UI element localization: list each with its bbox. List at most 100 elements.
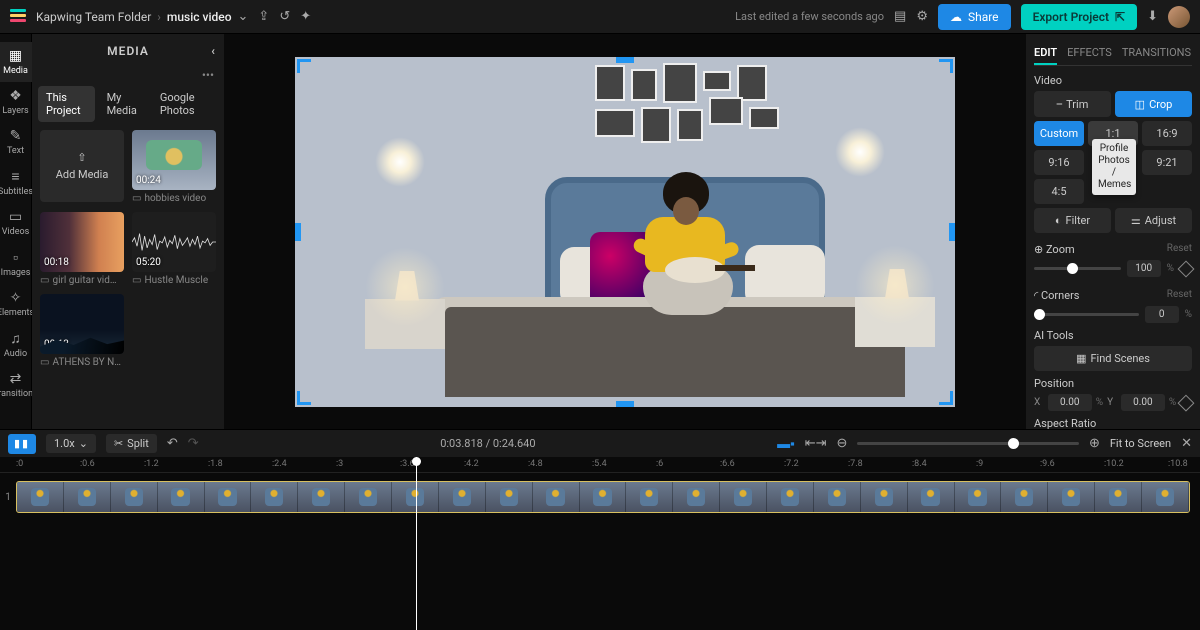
ratio-9-16[interactable]: 9:16: [1034, 150, 1084, 175]
breadcrumb-project[interactable]: music video: [167, 10, 232, 24]
export-project-button[interactable]: Export Project⇱: [1021, 4, 1138, 30]
zoom-icon: ⊕: [1034, 243, 1043, 256]
undo-icon[interactable]: ↶: [167, 436, 178, 451]
ratio-9-21[interactable]: 9:21: [1142, 150, 1192, 175]
audio-icon: ♫: [10, 330, 21, 347]
video-section-label: Video: [1034, 74, 1192, 87]
media-tab-this-project[interactable]: This Project: [38, 86, 95, 122]
export-icon: ⇱: [1115, 10, 1125, 24]
crop-handle-tr[interactable]: [939, 59, 953, 73]
time-display: 0:03.818 / 0:24.640: [440, 437, 535, 450]
video-file-icon: ▭: [132, 193, 141, 204]
rail-videos[interactable]: ▭Videos: [0, 203, 32, 243]
corners-input[interactable]: [1145, 306, 1179, 323]
comment-icon[interactable]: ▤: [894, 9, 906, 24]
crop-handle-bl[interactable]: [297, 391, 311, 405]
add-media-button[interactable]: ⇧Add Media: [40, 130, 124, 202]
filter-button[interactable]: ◐Filter: [1034, 208, 1111, 233]
ratio-16-9[interactable]: 16:9: [1142, 121, 1192, 146]
media-tab-google-photos[interactable]: Google Photos: [152, 86, 218, 122]
pause-button[interactable]: ▮▮: [8, 434, 36, 454]
rail-elements[interactable]: ✧Elements: [0, 284, 32, 324]
crop-button[interactable]: ◫Crop: [1115, 91, 1192, 117]
kapwing-logo[interactable]: [10, 9, 26, 25]
rail-transitions[interactable]: ⇄Transitions: [0, 365, 32, 405]
corners-icon: ◜: [1034, 289, 1038, 302]
crop-handle-r[interactable]: [949, 223, 955, 241]
chevron-down-icon[interactable]: ⌄: [238, 9, 249, 24]
keyframe-icon[interactable]: [1178, 394, 1195, 411]
transitions-icon: ⇄: [10, 371, 22, 387]
zoom-reset[interactable]: Reset: [1167, 243, 1192, 254]
trim-icon: ⎯: [1057, 97, 1063, 111]
properties-panel: EDIT EFFECTS TRANSITIONS TIMING Video ⎯T…: [1026, 34, 1200, 429]
ratio-4-5[interactable]: 4:5: [1034, 179, 1084, 204]
rail-text[interactable]: ✎Text: [0, 122, 32, 162]
crop-handle-t[interactable]: [616, 57, 634, 63]
zoom-out-icon[interactable]: ⊖: [836, 436, 847, 451]
ratio-tooltip: Profile Photos / Memes: [1092, 139, 1136, 195]
timeline-ruler[interactable]: :0 :0.6 :1.2 :1.8 :2.4 :3 :3.6 :4.2 :4.8…: [0, 457, 1200, 473]
media-icon: ▦: [9, 48, 22, 64]
zoom-slider[interactable]: [1034, 267, 1121, 270]
rail-images[interactable]: ▫Images: [0, 243, 32, 284]
find-scenes-button[interactable]: ▦Find Scenes: [1034, 346, 1192, 371]
adjust-button[interactable]: ⚌Adjust: [1115, 208, 1192, 233]
upload-icon[interactable]: ⇪: [258, 9, 269, 24]
rail-media[interactable]: ▦Media: [0, 42, 32, 82]
crop-handle-l[interactable]: [295, 223, 301, 241]
crop-handle-br[interactable]: [939, 391, 953, 405]
user-avatar[interactable]: [1168, 6, 1190, 28]
media-more-icon[interactable]: •••: [32, 68, 224, 86]
aspect-ratio-label: Aspect Ratio: [1034, 417, 1192, 429]
sparkle-icon[interactable]: ✦: [300, 9, 311, 24]
video-clip[interactable]: [16, 481, 1190, 513]
split-button[interactable]: ✂Split: [106, 434, 157, 453]
ai-tools-label: AI Tools: [1034, 329, 1192, 342]
track-number: 1: [0, 492, 16, 503]
history-icon[interactable]: ↺: [279, 9, 290, 24]
collapse-panel-icon[interactable]: ‹: [211, 44, 216, 58]
media-tab-my-media[interactable]: My Media: [99, 86, 148, 122]
breadcrumb-folder[interactable]: Kapwing Team Folder: [36, 10, 151, 24]
ratio-custom[interactable]: Custom: [1034, 121, 1084, 146]
crop-icon: ◫: [1135, 98, 1145, 111]
close-icon[interactable]: ✕: [1181, 436, 1192, 451]
images-icon: ▫: [13, 249, 18, 266]
rail-layers[interactable]: ❖Layers: [0, 82, 32, 122]
adjust-icon: ⚌: [1131, 214, 1141, 227]
gear-icon[interactable]: ⚙: [916, 9, 928, 24]
crop-handle-b[interactable]: [616, 401, 634, 407]
position-label: Position: [1034, 377, 1192, 390]
speed-button[interactable]: 1.0x ⌄: [46, 434, 96, 453]
crop-handle-tl[interactable]: [297, 59, 311, 73]
fit-to-screen-button[interactable]: Fit to Screen: [1110, 437, 1171, 450]
media-item[interactable]: 00:24 ▭hobbies video: [132, 130, 216, 204]
download-icon[interactable]: ⬇: [1147, 9, 1158, 24]
media-item[interactable]: 00:13 ▭ATHENS BY N…: [40, 294, 124, 368]
pos-x-input[interactable]: [1048, 394, 1092, 411]
video-file-icon: ▭: [40, 357, 49, 368]
corners-reset[interactable]: Reset: [1167, 289, 1192, 300]
corners-slider[interactable]: [1034, 313, 1139, 316]
rail-audio[interactable]: ♫Audio: [0, 324, 32, 365]
timeline-zoom-slider[interactable]: [857, 442, 1079, 445]
playhead[interactable]: [416, 457, 417, 630]
trim-ends-icon[interactable]: ⇤⇥: [805, 436, 827, 451]
pos-y-input[interactable]: [1121, 394, 1165, 411]
video-canvas[interactable]: [295, 57, 955, 407]
share-button[interactable]: ☁Share: [938, 4, 1011, 30]
media-item[interactable]: 00:18 ▭girl guitar vid…: [40, 212, 124, 286]
zoom-input[interactable]: [1127, 260, 1161, 277]
zoom-in-icon[interactable]: ⊕: [1089, 436, 1100, 451]
breadcrumb-separator: ›: [157, 10, 161, 24]
rail-subtitles[interactable]: ≡Subtitles: [0, 162, 32, 203]
redo-icon[interactable]: ↷: [188, 436, 199, 451]
keyframe-icon[interactable]: [1178, 260, 1195, 277]
trim-button[interactable]: ⎯Trim: [1034, 91, 1111, 117]
tab-effects[interactable]: EFFECTS: [1067, 42, 1112, 65]
tab-edit[interactable]: EDIT: [1034, 42, 1057, 65]
media-item[interactable]: 05:20 ▭Hustle Muscle: [132, 212, 216, 286]
tab-transitions[interactable]: TRANSITIONS: [1122, 42, 1191, 65]
snap-icon[interactable]: ▬▪: [777, 436, 795, 452]
